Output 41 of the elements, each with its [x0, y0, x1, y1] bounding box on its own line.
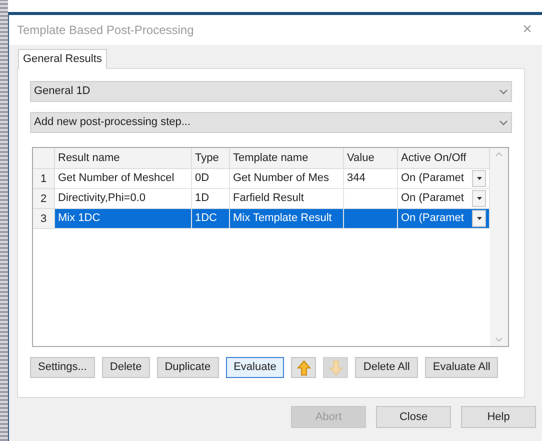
row-number: 2 — [33, 189, 55, 209]
dropdown[interactable]: Add new post-processing step... — [30, 112, 512, 133]
scrollbar[interactable] — [490, 148, 508, 346]
action-button[interactable]: Delete All — [355, 357, 418, 378]
chevron-icon — [499, 120, 508, 126]
chevron-icon — [499, 88, 508, 94]
dialog-button[interactable]: Help — [461, 406, 536, 428]
table-cell: Mix 1DC — [55, 209, 192, 229]
row-number: 3 — [33, 209, 55, 229]
action-button[interactable]: Evaluate All — [424, 357, 498, 378]
table-row[interactable]: 1 Get Number of Meshcel 0D Get Number of Mes 344 On (Paramet — [33, 169, 490, 189]
row-number: 1 — [33, 169, 55, 189]
action-button[interactable]: Settings... — [30, 357, 95, 378]
table-cell: Get Number of Meshcel — [55, 169, 192, 189]
table-row[interactable]: 2 Directivity,Phi=0.0 1D Farfield Result On (Paramet — [33, 189, 490, 209]
table-cell: On (Paramet — [398, 209, 490, 229]
table-cell: On (Paramet — [398, 189, 490, 209]
table-cell — [344, 189, 398, 209]
table-cell: On (Paramet — [398, 169, 490, 189]
dropdown[interactable]: General 1D — [30, 81, 512, 102]
table-cell: 1DC — [192, 209, 230, 229]
table-cell: 0D — [192, 169, 230, 189]
tab[interactable]: General Results — [18, 49, 107, 69]
table-row[interactable]: 3 Mix 1DC 1DC Mix Template Result On (Paramet — [33, 209, 490, 229]
action-button[interactable]: Delete — [102, 357, 150, 378]
table-cell: 1D — [192, 189, 230, 209]
table-cell: Get Number of Mes — [230, 169, 344, 189]
scroll-up-icon[interactable] — [495, 152, 503, 157]
table-cell: Farfield Result — [230, 189, 344, 209]
action-button[interactable]: Duplicate — [156, 357, 219, 378]
scroll-down-icon[interactable] — [495, 337, 503, 342]
table-cell: 344 — [344, 169, 398, 189]
move-up-button[interactable] — [291, 357, 316, 378]
action-button[interactable]: Evaluate — [226, 357, 284, 378]
table-cell — [344, 209, 398, 229]
up-arrow-icon — [296, 360, 311, 376]
dialog-button[interactable]: Close — [376, 406, 451, 428]
down-arrow-icon — [328, 360, 343, 376]
table-cell: Directivity,Phi=0.0 — [55, 189, 192, 209]
window-title: Template Based Post-Processing — [17, 22, 194, 39]
table-cell: Mix Template Result — [230, 209, 344, 229]
